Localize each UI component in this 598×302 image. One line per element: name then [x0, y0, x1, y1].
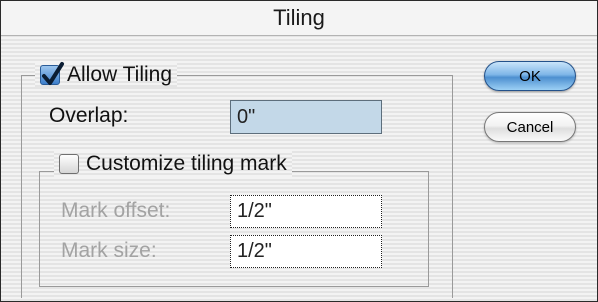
customize-tiling-mark-group — [39, 171, 429, 287]
overlap-field[interactable]: 0" — [230, 100, 382, 134]
customize-tiling-mark-label: Customize tiling mark — [86, 152, 287, 175]
dialog-title: Tiling — [1, 1, 597, 36]
customize-tiling-mark-checkbox-row[interactable]: Customize tiling mark — [54, 151, 292, 177]
allow-tiling-checkbox[interactable] — [40, 62, 64, 85]
mark-offset-label: Mark offset: — [61, 199, 171, 222]
ok-button[interactable]: OK — [484, 61, 576, 91]
cancel-button[interactable]: Cancel — [484, 112, 576, 142]
allow-tiling-label: Allow Tiling — [67, 63, 173, 86]
mark-size-label: Mark size: — [61, 239, 157, 262]
tiling-dialog: Tiling Allow Tiling Overlap: 0" Customiz… — [0, 0, 598, 302]
overlap-label: Overlap: — [49, 104, 129, 127]
allow-tiling-checkbox-row[interactable]: Allow Tiling — [35, 62, 178, 87]
mark-size-field[interactable]: 1/2" — [230, 235, 382, 268]
mark-offset-field[interactable]: 1/2" — [230, 195, 382, 228]
checkmark-icon — [42, 62, 64, 85]
customize-tiling-mark-checkbox[interactable] — [59, 154, 79, 174]
